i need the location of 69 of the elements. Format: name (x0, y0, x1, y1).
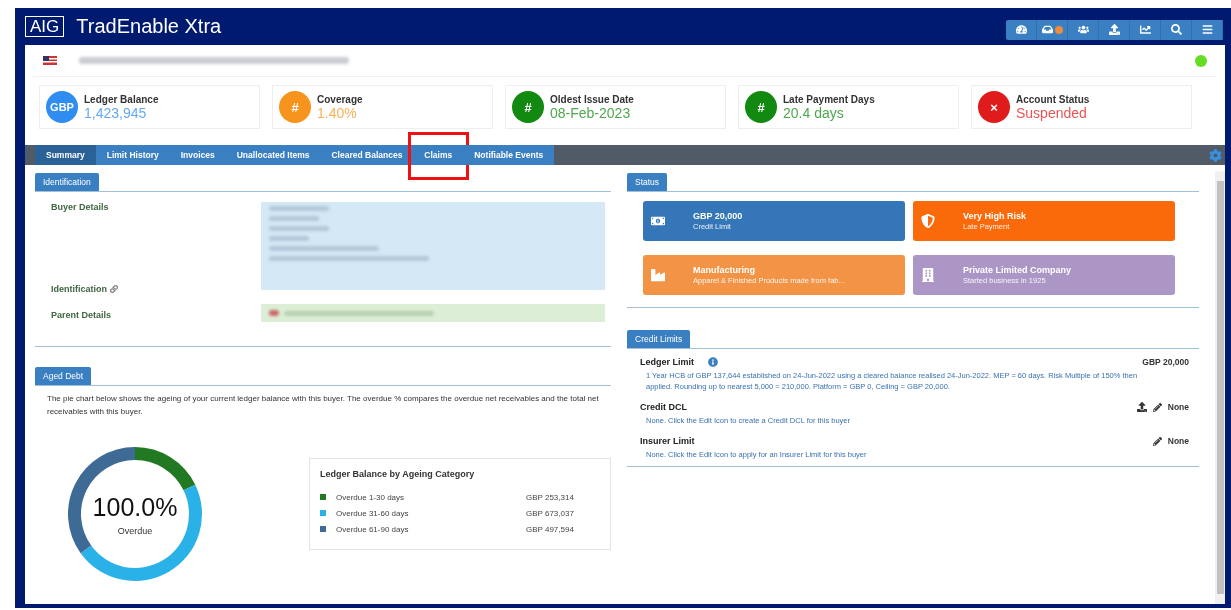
kpi-badge: # (279, 91, 311, 123)
legend-label: Overdue 1-30 days (336, 492, 406, 502)
kpi-label: Late Payment Days (783, 93, 875, 105)
gauge-icon (1015, 24, 1027, 35)
tile-title: Manufacturing (693, 265, 756, 275)
limit-value: None (1167, 402, 1189, 412)
kpi-badge: # (512, 91, 544, 123)
kpi-label: Ledger Balance (84, 93, 159, 105)
scrollbar[interactable] (1215, 171, 1225, 604)
shield-icon (921, 214, 935, 228)
legend-amount: GBP 253,314 (526, 492, 574, 502)
section-heading: Aged Debt (35, 367, 92, 385)
line-chart-icon (1139, 24, 1151, 35)
limit-value: GBP 20,000 (1142, 357, 1189, 367)
legend-title: Ledger Balance by Ageing Category (320, 469, 476, 479)
field-label: Identification (51, 284, 261, 294)
tab[interactable]: Invoices (169, 145, 226, 165)
factory-icon (651, 268, 665, 282)
users-icon (1077, 24, 1089, 35)
edit-icon[interactable] (1152, 402, 1162, 412)
inbox-icon (1041, 24, 1053, 35)
section-heading: Credit Limits (627, 330, 691, 348)
legend-label: Overdue 31-60 days (336, 508, 410, 518)
kpi-value: 1,423,945 (84, 104, 148, 121)
money-icon (651, 214, 665, 228)
tab[interactable]: Cleared Balances (320, 145, 414, 165)
tab[interactable]: Limit History (95, 145, 170, 165)
app-title: TradEnable Xtra (76, 15, 223, 38)
tab[interactable]: Summary (35, 145, 96, 165)
field-label: Parent Details (51, 309, 113, 322)
field-label: Buyer Details (51, 202, 110, 212)
limit-title: Ledger Limit (640, 357, 694, 367)
kpi-value: 08-Feb-2023 (550, 104, 632, 121)
tile-title: Private Limited Company (963, 265, 1072, 275)
search-icon (1170, 24, 1182, 35)
kpi-badge: # (745, 91, 777, 123)
status-dot (1195, 54, 1207, 67)
upload-icon[interactable] (1136, 402, 1147, 412)
tab[interactable]: Claims (413, 145, 464, 165)
limit-title: Insurer Limit (640, 436, 695, 446)
kpi-value: 20.4 days (783, 104, 844, 121)
legend-amount: GBP 497,594 (526, 524, 574, 534)
upload-icon (1108, 24, 1120, 35)
info-icon[interactable] (708, 357, 718, 367)
kpi-badge: × (978, 91, 1010, 123)
kpi-value: Suspended (1016, 104, 1088, 121)
kpi-badge: GBP (46, 91, 78, 123)
donut-label: Overdue (117, 525, 153, 536)
menu-icon (1201, 24, 1213, 35)
legend-amount: GBP 673,037 (526, 508, 574, 518)
tab[interactable]: Unallocated Items (225, 145, 321, 165)
tile-title: Very High Risk (963, 211, 1027, 221)
description-text: The pie chart below shows the ageing of your current ledger balance with this buyer. The overdue % compares the overdue net receivables and the total net receivables with this buyer. (47, 393, 600, 418)
donut-value: 100.0% (92, 492, 178, 522)
edit-icon[interactable] (1152, 436, 1162, 446)
kpi-label: Coverage (317, 93, 363, 105)
limit-title: Credit DCL (640, 402, 687, 412)
limit-value: None (1167, 436, 1189, 446)
tile-title: GBP 20,000 (693, 211, 743, 221)
kpi-label: Oldest Issue Date (550, 93, 634, 105)
kpi-value: 1.40% (317, 104, 357, 121)
tab[interactable]: Notifiable Events (463, 145, 555, 165)
section-heading: Status (627, 173, 668, 191)
logo: AIG (25, 16, 65, 37)
flag-icon (43, 56, 57, 65)
kpi-label: Account Status (1016, 93, 1090, 105)
legend-label: Overdue 61-90 days (336, 524, 410, 534)
section-heading: Identification (35, 173, 99, 191)
building-icon (921, 268, 935, 282)
